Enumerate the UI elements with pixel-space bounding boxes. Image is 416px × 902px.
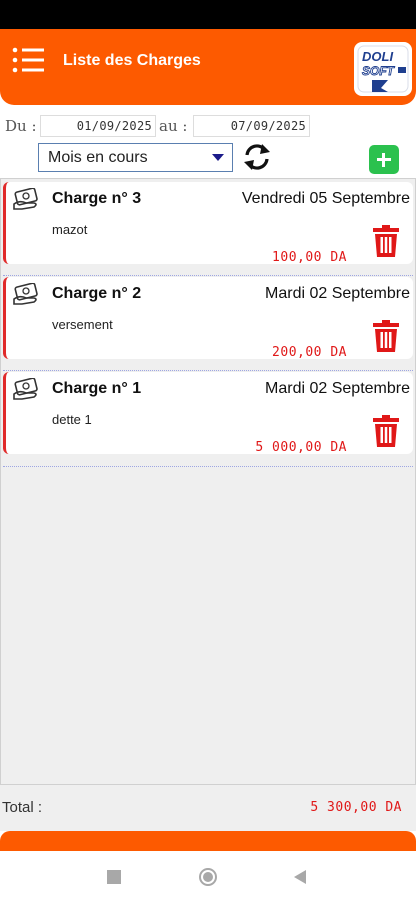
trash-icon[interactable]: [373, 320, 399, 352]
to-date-field[interactable]: 07/09/2025: [193, 115, 310, 137]
charge-card[interactable]: Charge n° 2 Mardi 02 Septembre versement…: [3, 277, 413, 360]
app-logo: DOLI SOFT: [354, 42, 412, 96]
logo-text-top: DOLI: [362, 49, 393, 64]
status-bar: [0, 0, 416, 29]
charge-date: Mardi 02 Septembre: [265, 380, 410, 397]
period-selected-value: Mois en cours: [48, 149, 148, 166]
charge-title: Charge n° 1: [52, 380, 142, 397]
from-label: Du :: [5, 117, 37, 135]
charge-title: Charge n° 3: [52, 190, 142, 207]
total-label: Total :: [2, 799, 43, 816]
dropdown-arrow-icon: [212, 154, 224, 161]
page-title: Liste des Charges: [63, 52, 201, 69]
add-charge-button[interactable]: [369, 145, 399, 174]
charge-amount: 5 000,00 DA: [255, 440, 347, 455]
from-date-field[interactable]: 01/09/2025: [40, 115, 156, 137]
charge-description: versement: [52, 317, 113, 332]
charge-card[interactable]: Charge n° 3 Vendredi 05 Septembre mazot …: [3, 182, 413, 265]
card-separator: [3, 275, 413, 276]
menu-icon[interactable]: [12, 46, 46, 74]
trash-icon[interactable]: [373, 225, 399, 257]
period-select[interactable]: Mois en cours: [38, 143, 233, 172]
to-label: au :: [159, 117, 188, 135]
bottom-bar: [0, 831, 416, 851]
trash-icon[interactable]: [373, 415, 399, 447]
charge-date: Mardi 02 Septembre: [265, 285, 410, 302]
money-icon: [13, 378, 38, 400]
charge-amount: 200,00 DA: [272, 345, 347, 360]
money-icon: [13, 283, 38, 305]
money-icon: [13, 188, 38, 210]
charges-list: Charge n° 3 Vendredi 05 Septembre mazot …: [0, 178, 416, 785]
charge-description: mazot: [52, 222, 88, 237]
card-separator: [3, 370, 413, 371]
nav-recents-icon[interactable]: [107, 870, 121, 884]
total-value: 5 300,00 DA: [310, 800, 402, 815]
nav-home-icon[interactable]: [199, 868, 217, 886]
charge-description: dette 1: [52, 412, 92, 427]
total-row: Total : 5 300,00 DA: [0, 785, 416, 831]
logo-text-bottom: SOFT: [362, 64, 396, 78]
charge-card[interactable]: Charge n° 1 Mardi 02 Septembre dette 1 5…: [3, 372, 413, 455]
charge-amount: 100,00 DA: [272, 250, 347, 265]
nav-back-icon[interactable]: [294, 870, 306, 884]
charge-title: Charge n° 2: [52, 285, 142, 302]
card-separator: [3, 466, 413, 467]
app-bar: Liste des Charges DOLI SOFT: [0, 29, 416, 105]
date-filter: Du : 01/09/2025 au : 07/09/2025: [0, 114, 416, 138]
charge-date: Vendredi 05 Septembre: [241, 190, 410, 207]
system-nav-bar: [0, 851, 416, 902]
refresh-icon[interactable]: [241, 142, 273, 172]
